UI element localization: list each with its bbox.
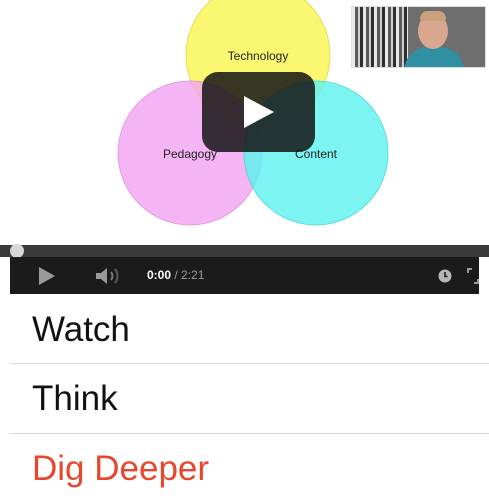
duration: 2:21: [181, 268, 205, 282]
player-controls: 0:00 / 2:21: [10, 257, 479, 294]
progress-handle[interactable]: [10, 244, 24, 258]
menu-item-dig-deeper[interactable]: Dig Deeper: [10, 434, 489, 504]
menu-item-watch[interactable]: Watch: [10, 295, 489, 365]
presenter-thumbnail: [351, 6, 486, 68]
volume-icon: [96, 268, 119, 284]
volume-button[interactable]: [94, 265, 122, 287]
clock-icon: [438, 269, 452, 283]
video-player[interactable]: Technology Pedagogy Content 0:00 / 2:21: [0, 0, 489, 294]
menu-item-label: Dig Deeper: [32, 449, 210, 488]
menu-item-label: Watch: [32, 310, 130, 349]
time-separator: /: [171, 268, 182, 282]
technology-label: Technology: [228, 49, 289, 63]
menu-item-think[interactable]: Think: [10, 364, 489, 434]
time-display: 0:00 / 2:21: [147, 257, 204, 294]
watch-later-button[interactable]: [437, 268, 453, 284]
play-icon: [243, 96, 274, 128]
current-time: 0:00: [147, 268, 172, 282]
play-button[interactable]: [36, 265, 58, 287]
menu-item-label: Think: [32, 379, 118, 418]
big-play-button[interactable]: [202, 72, 315, 152]
progress-bar[interactable]: [0, 244, 489, 258]
fullscreen-icon: [467, 268, 479, 284]
play-small-icon: [39, 267, 55, 285]
fullscreen-button[interactable]: [466, 267, 480, 285]
